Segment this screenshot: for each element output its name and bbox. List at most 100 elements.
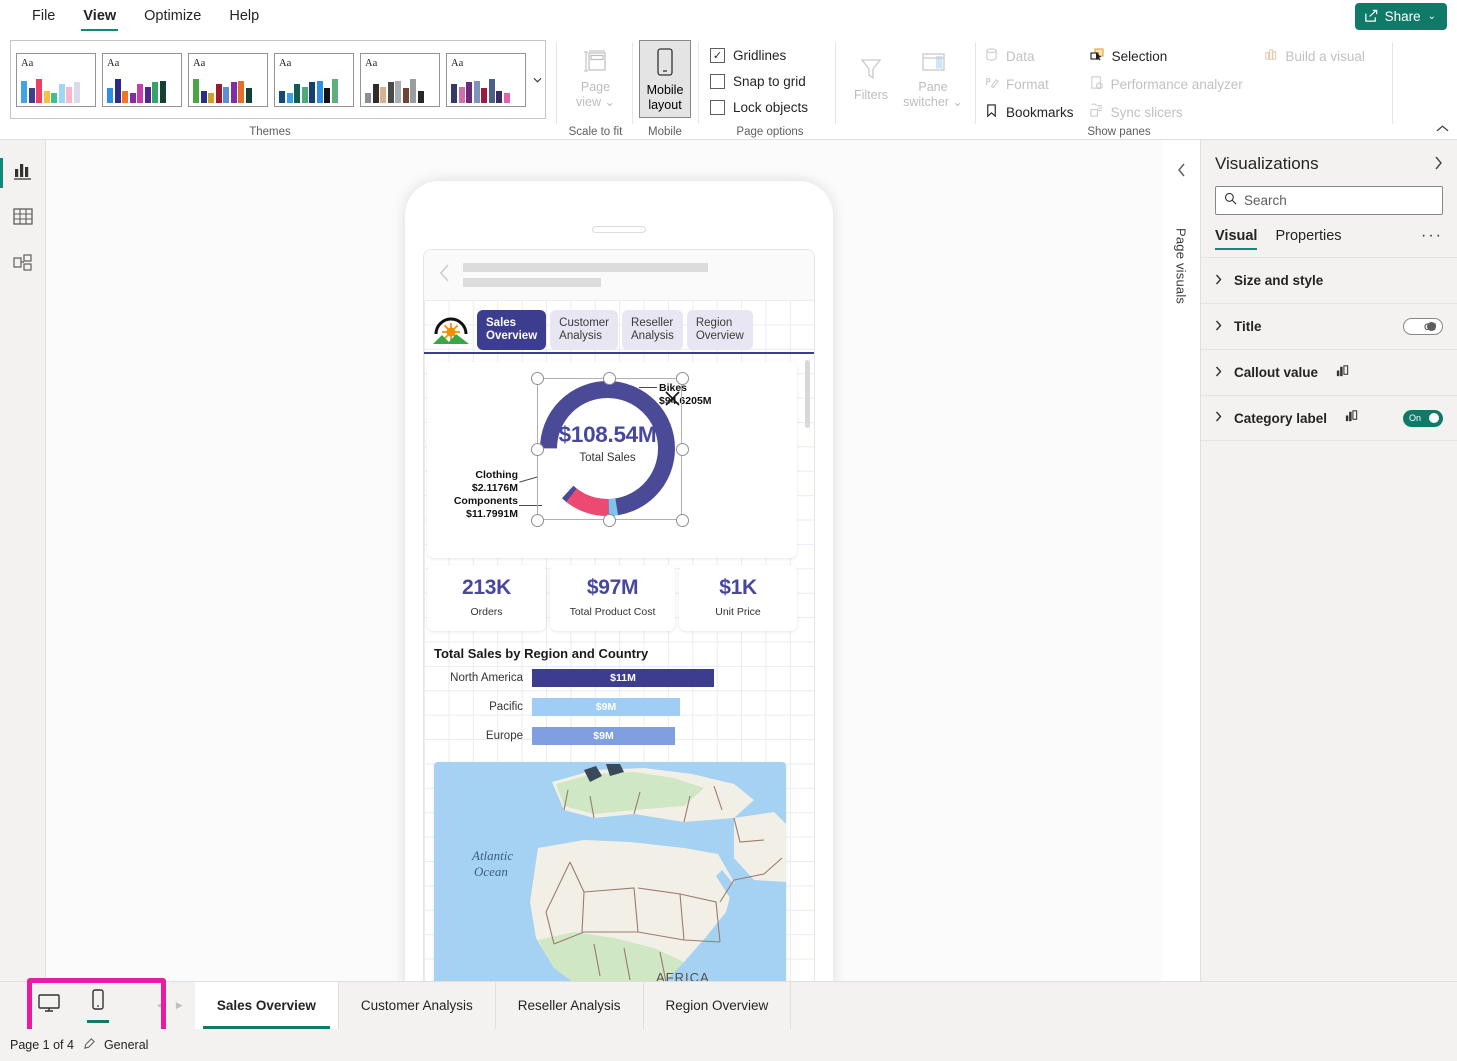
format-row-category-label[interactable]: Category label On xyxy=(1201,395,1457,441)
bookmarks-pane-label: Bookmarks xyxy=(1006,105,1074,120)
sync-slicers-button[interactable]: Sync slicers xyxy=(1089,98,1262,126)
chevron-down-icon: ⌄ xyxy=(1428,11,1436,22)
format-row-title[interactable]: Title Off xyxy=(1201,303,1457,349)
donut-label-clothing-name: Clothing xyxy=(475,469,518,481)
lock-objects-label: Lock objects xyxy=(733,100,808,115)
report-tab-region-overview[interactable]: Region Overview xyxy=(687,310,753,350)
bar-chart-visual[interactable]: Total Sales by Region and Country North … xyxy=(427,640,797,755)
format-row-size-and-style[interactable]: Size and style xyxy=(1201,257,1457,303)
resize-handle-ne[interactable] xyxy=(676,372,689,385)
bar-row[interactable]: North America $11M xyxy=(427,665,797,690)
kpi-card-total-product-cost[interactable]: $97M Total Product Cost xyxy=(550,565,675,631)
resize-handle-nw[interactable] xyxy=(531,372,544,385)
gridlines-checkbox[interactable]: ✓ Gridlines xyxy=(710,42,830,68)
sidebar-item-table-view[interactable] xyxy=(0,196,46,242)
theme-card-2[interactable]: Aa xyxy=(102,53,182,107)
next-page-button[interactable]: ▶ xyxy=(176,1000,183,1011)
bar-value-label: $11M xyxy=(532,669,714,687)
resize-handle-e[interactable] xyxy=(676,443,689,456)
chevron-left-icon[interactable] xyxy=(438,263,451,287)
theme-card-6[interactable]: Aa xyxy=(446,53,526,107)
phone-title-placeholder xyxy=(463,263,708,287)
resize-handle-n[interactable] xyxy=(603,372,616,385)
resize-handle-se[interactable] xyxy=(676,514,689,527)
sidebar-item-report-view[interactable] xyxy=(0,150,46,196)
ribbon-collapse-button[interactable] xyxy=(1436,122,1449,136)
filters-button[interactable]: Filters xyxy=(840,48,902,103)
theme-card-4[interactable]: Aa xyxy=(274,53,354,107)
ribbon-group-page-options: ✓ Gridlines Snap to grid Lock objects Pa… xyxy=(710,34,830,140)
selection-pane-button[interactable]: Selection xyxy=(1089,42,1262,70)
search-input[interactable] xyxy=(1244,193,1434,208)
conditional-formatting-icon[interactable] xyxy=(1344,408,1359,428)
report-tab-customer-analysis[interactable]: Customer Analysis xyxy=(550,310,618,350)
build-visual-icon xyxy=(1263,47,1278,65)
page-view-icon xyxy=(581,48,611,80)
prev-page-button[interactable]: ◀ xyxy=(157,1000,164,1011)
page-tab-sales-overview[interactable]: Sales Overview xyxy=(195,982,339,1029)
power-bi-desktop-window: File View Optimize Help Share ⌄ AaAaAaAa… xyxy=(0,0,1457,1061)
bar-chart-title: Total Sales by Region and Country xyxy=(427,640,797,661)
resize-handle-w[interactable] xyxy=(531,443,544,456)
ribbon-group-themes: AaAaAaAaAaAa Themes xyxy=(0,34,556,140)
data-pane-button[interactable]: Data xyxy=(984,42,1087,70)
visualizations-pane-collapse-button[interactable] xyxy=(1163,155,1199,185)
resize-handle-sw[interactable] xyxy=(531,514,544,527)
snap-to-grid-checkbox[interactable]: Snap to grid xyxy=(710,68,830,94)
mobile-layout-button[interactable]: Mobile layout xyxy=(639,40,691,118)
pane-switcher-button[interactable]: Pane switcher ⌄ xyxy=(902,44,964,110)
menu-file[interactable]: File xyxy=(18,2,69,32)
page-visuals-tab[interactable]: Page visuals xyxy=(1166,196,1196,336)
more-options-button[interactable]: ··· xyxy=(1421,227,1443,251)
theme-color-bars xyxy=(365,69,435,103)
kpi-card-orders[interactable]: 213K Orders xyxy=(427,565,546,631)
share-button[interactable]: Share ⌄ xyxy=(1355,3,1447,30)
lock-objects-checkbox[interactable]: Lock objects xyxy=(710,94,830,120)
format-row-callout-value[interactable]: Callout value xyxy=(1201,349,1457,395)
sidebar-item-model-view[interactable] xyxy=(0,242,46,288)
page-tab-reseller-analysis[interactable]: Reseller Analysis xyxy=(496,982,644,1029)
report-tab-reseller-analysis[interactable]: Reseller Analysis xyxy=(622,310,683,350)
menu-view[interactable]: View xyxy=(69,2,130,32)
menu-optimize[interactable]: Optimize xyxy=(130,2,215,32)
category-label-toggle[interactable]: On xyxy=(1403,410,1443,427)
bar-row[interactable]: Europe $9M xyxy=(427,723,797,748)
page-tab-region-overview[interactable]: Region Overview xyxy=(644,982,792,1029)
build-a-visual-button[interactable]: Build a visual xyxy=(1263,42,1394,70)
bar-row[interactable]: Pacific $9M xyxy=(427,694,797,719)
resize-handle-s[interactable] xyxy=(603,514,616,527)
themes-gallery[interactable]: AaAaAaAaAaAa xyxy=(10,40,540,119)
report-tab-sales-overview[interactable]: Sales Overview xyxy=(477,310,546,350)
page-nav-arrows: ◀ ▶ xyxy=(145,982,195,1029)
page-tab-customer-analysis[interactable]: Customer Analysis xyxy=(339,982,496,1029)
filters-label: Filters xyxy=(854,88,888,103)
tab-visual[interactable]: Visual xyxy=(1215,228,1257,250)
performance-analyzer-button[interactable]: Performance analyzer xyxy=(1089,70,1262,98)
phone-report-body[interactable]: Sales Overview Customer Analysis Reselle… xyxy=(424,300,814,991)
kpi-card-unit-price[interactable]: $1K Unit Price xyxy=(679,565,797,631)
visualizations-search-box[interactable] xyxy=(1215,186,1443,215)
visualizations-pane-expand-button[interactable] xyxy=(1434,156,1443,173)
share-label: Share xyxy=(1385,9,1421,24)
mobile-layout-button-bottom[interactable] xyxy=(87,989,109,1023)
title-toggle[interactable]: Off xyxy=(1403,318,1443,335)
format-pane-button[interactable]: Format xyxy=(984,70,1087,98)
bookmarks-pane-button[interactable]: Bookmarks xyxy=(984,98,1087,126)
menu-help[interactable]: Help xyxy=(215,2,273,32)
theme-card-1[interactable]: Aa xyxy=(16,53,96,107)
bar-category-label: Europe xyxy=(427,730,532,742)
phone-scrollbar[interactable] xyxy=(805,360,810,428)
phone-screen[interactable]: Sales Overview Customer Analysis Reselle… xyxy=(423,249,815,991)
theme-card-3[interactable]: Aa xyxy=(188,53,268,107)
themes-expand-button[interactable] xyxy=(529,40,546,119)
theme-card-5[interactable]: Aa xyxy=(360,53,440,107)
report-canvas[interactable]: Sales Overview Customer Analysis Reselle… xyxy=(46,140,1163,981)
desktop-layout-button[interactable] xyxy=(37,993,61,1018)
page-view-button[interactable]: Page view ⌄ xyxy=(565,42,627,110)
map-visual[interactable]: Atlantic Ocean AFRICA xyxy=(434,762,786,991)
tab-properties[interactable]: Properties xyxy=(1275,228,1341,250)
format-row-label: Size and style xyxy=(1234,273,1323,288)
donut-chart-visual[interactable]: $108.54M Total Sales Bikes $94.6205M Clo… xyxy=(427,362,797,558)
conditional-formatting-icon[interactable] xyxy=(1335,363,1350,383)
remove-visual-icon[interactable] xyxy=(664,390,681,410)
